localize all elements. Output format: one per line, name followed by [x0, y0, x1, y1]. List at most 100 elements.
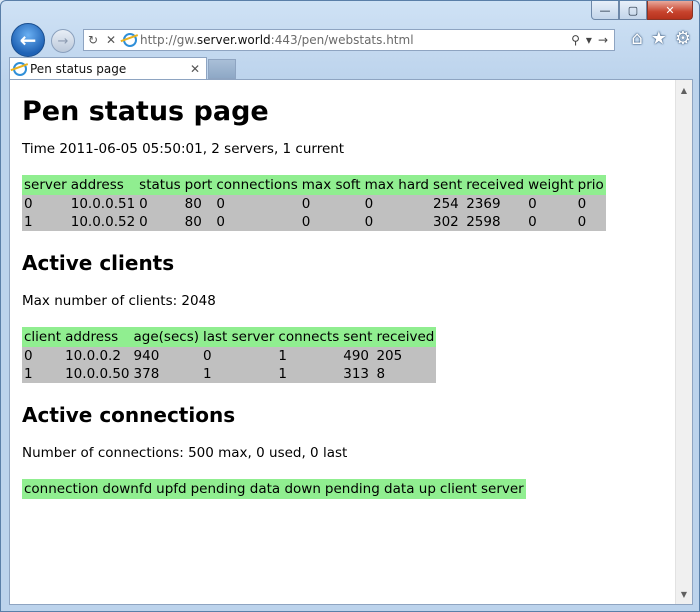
clients-cell: 0 [203, 348, 212, 364]
servers-cell: 0 [24, 196, 33, 212]
clients-cell: 378 [133, 366, 160, 382]
servers-cell: 10.0.0.52 [70, 214, 136, 230]
connections-table: connection downfd upfd pending data down pen… [22, 479, 526, 499]
address-url[interactable]: http://gw.server.world:443/pen/webstats.… [140, 33, 571, 47]
clients-header-cell: sent [341, 327, 375, 347]
servers-row: 1 10.0.0.52 0 80 0 0 0 302 2598 0 0 [22, 213, 606, 231]
clients-cell: 205 [376, 348, 403, 364]
clients-cell: 490 [343, 348, 370, 364]
servers-cell: 0 [577, 214, 587, 230]
favorites-star-icon[interactable]: ★ [651, 28, 667, 49]
servers-cell: 0 [139, 196, 148, 212]
servers-header-cell: received [464, 175, 527, 195]
toolbar-icons: ⌂ ★ ⚙ [631, 28, 691, 49]
connections-header-cell: pending data down [188, 479, 323, 499]
connections-header-cell: upfd [154, 479, 189, 499]
dropdown-icon[interactable]: ▾ [586, 33, 592, 47]
arrow-left-icon: ← [19, 28, 37, 52]
minimize-button[interactable]: — [591, 1, 619, 20]
clients-cell: 1 [278, 366, 287, 382]
connections-header-cell: server [478, 479, 526, 499]
forward-button[interactable]: → [51, 29, 75, 53]
clients-cell: 10.0.0.2 [65, 348, 121, 364]
connections-header-cell: connection [22, 479, 101, 499]
navigation-bar: ← → ↻ ✕ http://gw.server.world:443/pen/w… [9, 23, 691, 57]
ie-page-icon [123, 33, 137, 47]
servers-cell: 10.0.0.51 [70, 196, 136, 212]
stop-icon[interactable]: ✕ [102, 33, 120, 47]
clients-cell: 8 [376, 366, 386, 382]
servers-header-cell: max soft [299, 175, 363, 195]
clients-header-cell: age(secs) [131, 327, 201, 347]
clients-cell: 1 [24, 366, 33, 382]
clients-cell: 313 [343, 366, 370, 382]
arrow-right-icon: → [57, 33, 69, 49]
servers-cell: 80 [184, 196, 202, 212]
close-tab-icon[interactable]: ✕ [190, 62, 200, 76]
close-window-button[interactable]: ✕ [647, 1, 693, 20]
servers-cell: 0 [528, 196, 537, 212]
ie-tab-icon [13, 61, 27, 76]
connections-header-cell: client [437, 479, 479, 499]
servers-cell: 0 [301, 196, 311, 212]
servers-cell: 0 [577, 196, 587, 212]
servers-header-cell: sent [431, 175, 465, 195]
servers-cell: 254 [433, 196, 459, 212]
servers-cell: 0 [301, 214, 311, 230]
connections-header-cell: downfd [100, 479, 155, 499]
servers-cell: 80 [184, 214, 202, 230]
browser-window: — ▢ ✕ ← → ↻ ✕ http://gw.server.world:443… [0, 0, 700, 612]
url-domain: server.world [196, 33, 271, 47]
servers-header-cell: address [68, 175, 138, 195]
url-prefix: http://gw. [140, 33, 197, 47]
servers-table: server address status port connections max so… [22, 175, 606, 231]
servers-cell: 0 [528, 214, 537, 230]
go-icon[interactable]: → [598, 33, 608, 47]
back-button[interactable]: ← [11, 23, 45, 57]
home-icon[interactable]: ⌂ [631, 28, 642, 49]
page-content: Pen status page Time 2011-06-05 05:50:01… [10, 80, 676, 604]
status-summary: Time 2011-06-05 05:50:01, 2 servers, 1 c… [22, 141, 345, 157]
servers-header-cell: weight [526, 175, 576, 195]
connections-heading: Active connections [22, 403, 236, 427]
clients-row: 1 10.0.0.50 378 1 1 313 8 [22, 365, 436, 383]
servers-row: 0 10.0.0.51 0 80 0 0 0 254 2369 0 0 [22, 195, 606, 213]
tab-pen-status[interactable]: Pen status page ✕ [9, 57, 207, 79]
servers-cell: 0 [364, 196, 374, 212]
clients-header-cell: connects [276, 327, 342, 347]
url-path: :443/pen/webstats.html [270, 33, 414, 47]
clients-cell: 1 [203, 366, 212, 382]
scroll-down-icon[interactable]: ▼ [676, 586, 692, 602]
maximize-button[interactable]: ▢ [619, 1, 647, 20]
gear-icon[interactable]: ⚙ [675, 28, 691, 49]
clients-header-cell: last server [201, 327, 277, 347]
servers-cell: 0 [364, 214, 374, 230]
scroll-up-icon[interactable]: ▲ [676, 82, 692, 98]
clients-heading: Active clients [22, 251, 175, 275]
clients-header-cell: received [374, 327, 437, 347]
servers-header-cell: status [137, 175, 183, 195]
clients-summary: Max number of clients: 2048 [22, 293, 216, 309]
new-tab-button[interactable] [208, 59, 236, 79]
search-icon[interactable]: ⚲ [571, 33, 580, 47]
vertical-scrollbar[interactable]: ▲ ▼ [675, 80, 692, 604]
servers-header-cell: connections [214, 175, 300, 195]
page-title: Pen status page [22, 96, 269, 127]
servers-cell: 0 [216, 196, 225, 212]
tab-title: Pen status page [30, 61, 127, 76]
servers-cell: 0 [216, 214, 225, 230]
servers-cell: 0 [139, 214, 148, 230]
refresh-icon[interactable]: ↻ [84, 33, 102, 47]
clients-row: 0 10.0.0.2 940 0 1 490 205 [22, 347, 436, 365]
servers-cell: 1 [24, 214, 33, 230]
address-bar[interactable]: ↻ ✕ http://gw.server.world:443/pen/webst… [83, 29, 615, 51]
connections-summary: Number of connections: 500 max, 0 used, … [22, 445, 348, 461]
servers-cell: 2598 [466, 214, 501, 230]
connections-header-cell: pending data up [322, 479, 438, 499]
clients-table: client address age(secs) last server connect… [22, 327, 437, 383]
clients-cell: 940 [133, 348, 160, 364]
servers-header-cell: prio [575, 175, 606, 195]
servers-header-cell: max hard [362, 175, 431, 195]
servers-header-cell: server [22, 175, 69, 195]
tab-strip: Pen status page ✕ [9, 57, 691, 79]
